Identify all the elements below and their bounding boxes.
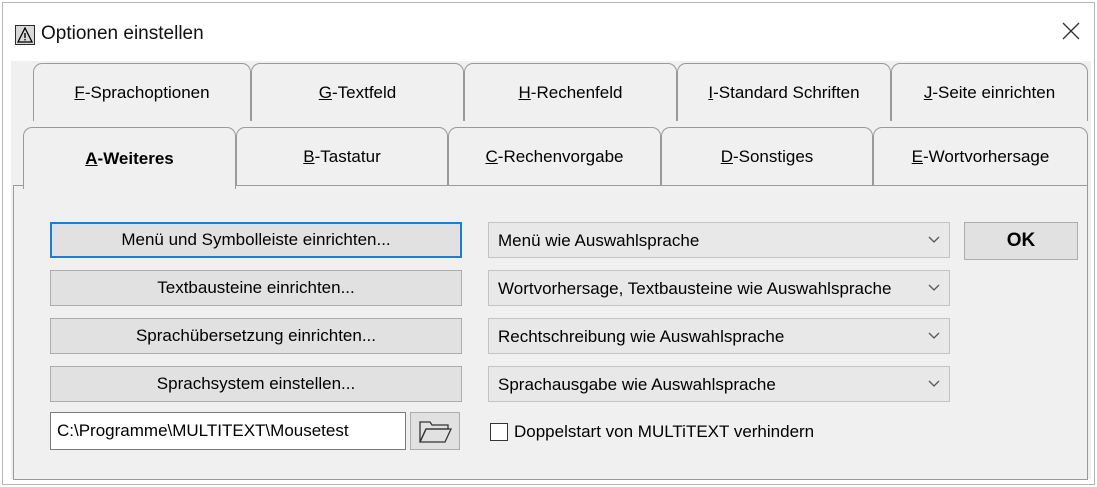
program-path-value: C:\Programme\MULTITEXT\Mousetest	[57, 421, 349, 440]
chevron-down-icon	[928, 332, 940, 339]
tab-sprachoptionen[interactable]: F-Sprachoptionen	[33, 63, 251, 121]
menu-setup-label: Menü und Symbolleiste einrichten...	[121, 230, 391, 249]
speech-system-setup-label: Sprachsystem einstellen...	[156, 374, 356, 393]
textblocks-setup-button[interactable]: Textbausteine einrichten...	[50, 270, 462, 306]
close-icon	[1062, 22, 1080, 40]
prevent-double-start-label: Doppelstart von MULTiTEXT verhindern	[514, 422, 815, 441]
spelling-language-value: Rechtschreibung wie Auswahlsprache	[498, 327, 785, 346]
ok-button[interactable]: OK	[964, 222, 1078, 260]
speech-output-language-dropdown[interactable]: Sprachausgabe wie Auswahlsprache	[488, 366, 950, 402]
translation-setup-label: Sprachübersetzung einrichten...	[135, 326, 377, 345]
tab-rechenfeld[interactable]: H-Rechenfeld	[464, 63, 677, 121]
tab-sonstiges[interactable]: D-Sonstiges	[661, 127, 873, 185]
prediction-language-value: Wortvorhersage, Textbausteine wie Auswah…	[498, 279, 892, 298]
close-button[interactable]	[1048, 3, 1094, 59]
speech-output-language-value: Sprachausgabe wie Auswahlsprache	[498, 375, 776, 394]
folder-icon	[418, 421, 452, 443]
title-bar: Optionen einstellen	[3, 3, 1094, 63]
tab-seite-einrichten[interactable]: J-Seite einrichten	[891, 63, 1088, 121]
prediction-language-dropdown[interactable]: Wortvorhersage, Textbausteine wie Auswah…	[488, 270, 950, 306]
program-path-input[interactable]: C:\Programme\MULTITEXT\Mousetest	[50, 412, 406, 450]
tab-weiteres[interactable]: A-Weiteres	[23, 127, 236, 189]
options-dialog: Optionen einstellen F-Sprachoptionen G-T…	[2, 2, 1095, 485]
textblocks-setup-label: Textbausteine einrichten...	[157, 278, 355, 297]
tab-wortvorhersage[interactable]: E-Wortvorhersage	[873, 127, 1088, 185]
browse-folder-button[interactable]	[410, 412, 460, 450]
chevron-down-icon	[928, 284, 940, 291]
spelling-language-dropdown[interactable]: Rechtschreibung wie Auswahlsprache	[488, 318, 950, 354]
tab-standard-schriften[interactable]: I-Standard Schriften	[677, 63, 891, 121]
tab-textfeld[interactable]: G-Textfeld	[251, 63, 464, 121]
chevron-down-icon	[928, 236, 940, 243]
warning-triangle-icon	[15, 25, 35, 45]
translation-setup-button[interactable]: Sprachübersetzung einrichten...	[50, 318, 462, 354]
menu-language-value: Menü wie Auswahlsprache	[498, 231, 700, 250]
tab-rechenvorgabe[interactable]: C-Rechenvorgabe	[448, 127, 661, 185]
chevron-down-icon	[928, 380, 940, 387]
menu-setup-button[interactable]: Menü und Symbolleiste einrichten...	[50, 222, 462, 258]
menu-language-dropdown[interactable]: Menü wie Auswahlsprache	[488, 222, 950, 258]
tab-panel-weiteres: Menü und Symbolleiste einrichten... Text…	[13, 185, 1088, 480]
window-title: Optionen einstellen	[41, 23, 204, 44]
prevent-double-start-option[interactable]: Doppelstart von MULTiTEXT verhindern	[490, 422, 814, 442]
speech-system-setup-button[interactable]: Sprachsystem einstellen...	[50, 366, 462, 402]
tab-tastatur[interactable]: B-Tastatur	[236, 127, 448, 185]
prevent-double-start-checkbox[interactable]	[490, 423, 508, 441]
ok-label: OK	[1006, 230, 1036, 251]
